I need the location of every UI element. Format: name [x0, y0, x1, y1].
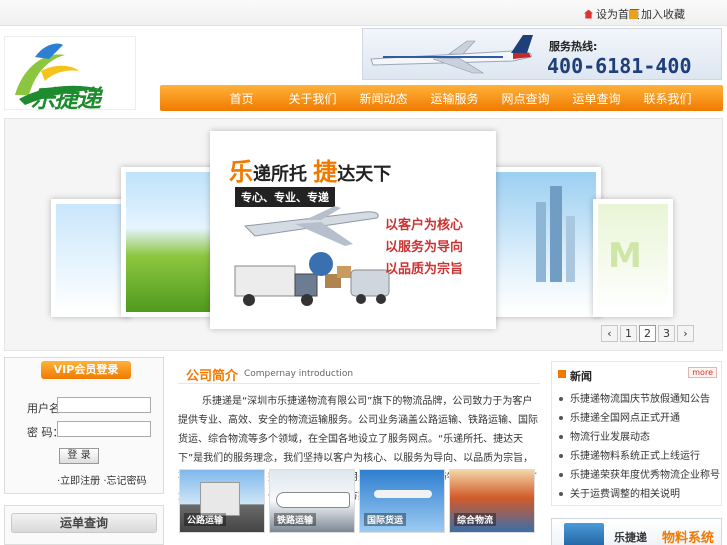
thumb-rail[interactable]: 铁路运输	[269, 469, 355, 533]
slide-line-2: 以服务为导向	[385, 240, 464, 255]
nav-item-waybill[interactable]: 运单查询	[561, 90, 632, 107]
waybill-title[interactable]: 运单查询	[11, 513, 157, 533]
material-brand: 乐捷递	[614, 531, 647, 544]
slide-card-city[interactable]	[491, 167, 601, 317]
slide-card-green[interactable]: M	[593, 199, 673, 317]
city-image	[496, 172, 596, 312]
slide-line-1: 以客户为核心	[385, 218, 464, 233]
login-button[interactable]: 登 录	[59, 448, 99, 464]
letter-m-icon: M	[608, 236, 642, 276]
intro-subtitle: Compernay introduction	[244, 369, 354, 379]
nav-item-news[interactable]: 新闻动态	[348, 90, 419, 107]
page: 设为首页 加入收藏 乐捷递 服务热线: 400-6181-400 首页 关于我们…	[0, 0, 727, 545]
vip-login-title: VIP会员登录	[41, 361, 131, 379]
slider-prev-button[interactable]: ‹	[601, 325, 618, 342]
material-name: 物料系统	[662, 531, 715, 545]
slider-page-1[interactable]: 1	[620, 325, 637, 342]
nav-item-contact[interactable]: 联系我们	[632, 90, 703, 107]
news-more-link[interactable]: more	[688, 367, 717, 378]
news-item[interactable]: 物流行业发展动态	[558, 428, 720, 447]
news-item[interactable]: 乐捷递荣获年度优秀物流企业称号	[558, 466, 720, 485]
hero-slider: M 乐递所托 捷达天下 专心、专业、专递 以客户为核心 以服务为导向 以品质为宗…	[4, 118, 723, 351]
slide-card-field[interactable]	[121, 167, 221, 317]
news-item[interactable]: 乐捷递物流国庆节放假通知公告	[558, 390, 720, 409]
news-panel: 新闻 more 乐捷递物流国庆节放假通知公告 乐捷递全国网点正式开通 物流行业发…	[551, 361, 722, 506]
nav-item-outlets[interactable]: 网点查询	[490, 90, 561, 107]
add-favorite-link[interactable]: 加入收藏	[629, 7, 685, 21]
logo-text: 乐捷递	[31, 84, 101, 113]
add-favorite-label: 加入收藏	[641, 8, 685, 21]
hotline-banner: 服务热线: 400-6181-400	[362, 28, 722, 80]
sky-image	[56, 204, 126, 312]
airplane-icon	[370, 35, 533, 74]
vip-links: ·立即注册 ·忘记密码	[57, 472, 147, 487]
slider-page-2[interactable]: 2	[639, 325, 656, 342]
forgot-password-link[interactable]: ·忘记密码	[103, 476, 146, 487]
news-item[interactable]: 关于运费调整的相关说明	[558, 485, 720, 504]
news-list: 乐捷递物流国庆节放假通知公告 乐捷递全国网点正式开通 物流行业发展动态 乐捷递物…	[558, 390, 720, 504]
nav-item-about[interactable]: 关于我们	[277, 90, 348, 107]
intro-title: 公司简介	[186, 369, 239, 384]
register-link[interactable]: ·立即注册	[57, 476, 100, 487]
slider-pager: ‹ 1 2 3 ›	[601, 325, 694, 342]
slide-line-3: 以品质为宗旨	[385, 262, 464, 277]
thumb-intl[interactable]: 国际货运	[359, 469, 445, 533]
green-image: M	[598, 204, 668, 312]
slide-card-main[interactable]: 乐递所托 捷达天下 专心、专业、专递 以客户为核心 以服务为导向 以品质为宗旨	[210, 131, 496, 329]
thumb-rail-caption: 铁路运输	[274, 513, 317, 526]
slider-next-button[interactable]: ›	[677, 325, 694, 342]
nav-item-services[interactable]: 运输服务	[419, 90, 490, 107]
news-title: 新闻	[570, 370, 592, 383]
waybill-panel: 运单查询	[4, 505, 164, 545]
home-icon	[584, 9, 593, 19]
thumb-road[interactable]: 公路运输	[179, 469, 265, 533]
field-image	[126, 172, 216, 312]
hotline-label: 服务热线:	[549, 40, 598, 53]
site-logo[interactable]: 乐捷递	[4, 36, 136, 113]
news-item[interactable]: 乐捷递全国网点正式开通	[558, 409, 720, 428]
main-nav: 首页 关于我们 新闻动态 运输服务 网点查询 运单查询 联系我们	[160, 85, 723, 111]
intro-header: 公司简介 Compernay introduction	[178, 362, 540, 384]
nav-item-home[interactable]: 首页	[206, 90, 277, 107]
slide-subtitle: 专心、专业、专递	[235, 187, 335, 207]
top-bar: 设为首页 加入收藏	[0, 0, 727, 26]
thumb-road-caption: 公路运输	[184, 513, 227, 526]
main-slide-image: 乐递所托 捷达天下 专心、专业、专递 以客户为核心 以服务为导向 以品质为宗旨	[215, 136, 491, 324]
slide-card-sky[interactable]	[51, 199, 131, 317]
vip-login-panel: VIP会员登录 用户名： 密 码： 登 录 ·立即注册 ·忘记密码	[4, 357, 164, 494]
slider-page-3[interactable]: 3	[658, 325, 675, 342]
computer-icon	[564, 523, 604, 545]
hotline-number: 400-6181-400	[547, 54, 692, 78]
slide-slogan: 乐递所托 捷达天下	[229, 157, 392, 186]
username-input[interactable]	[57, 397, 151, 413]
favorite-icon	[629, 9, 638, 19]
password-input[interactable]	[57, 421, 151, 437]
news-bullet-icon	[558, 370, 566, 378]
thumb-logistics-caption: 综合物流	[454, 513, 497, 526]
news-item[interactable]: 乐捷递物料系统正式上线运行	[558, 447, 720, 466]
thumb-intl-caption: 国际货运	[364, 513, 407, 526]
thumb-logistics[interactable]: 综合物流	[449, 469, 535, 533]
material-system-banner[interactable]: 乐捷递 物料系统	[551, 518, 722, 545]
transport-graphic-icon	[234, 206, 390, 306]
